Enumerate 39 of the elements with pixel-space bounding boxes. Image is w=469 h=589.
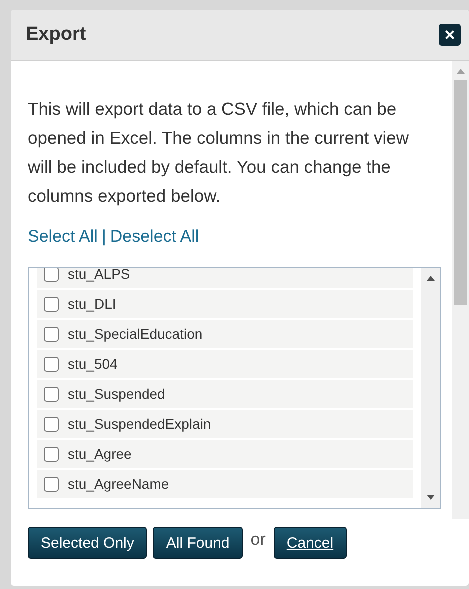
column-name: stu_Suspended	[68, 386, 166, 402]
export-button[interactable]: Selected Only	[28, 527, 148, 559]
select-all-link[interactable]: Select All	[28, 227, 98, 247]
checkbox[interactable]	[44, 326, 59, 342]
column-name: stu_AgreeName	[68, 476, 170, 492]
column-row[interactable]: stu_Agree	[37, 440, 413, 468]
dialog-title: Export	[26, 24, 86, 46]
description-text: This will export data to a CSV file, which can be opened in Excel. The columns in the current view will be included by default. You can change the columns exported below.	[28, 98, 410, 208]
column-row[interactable]: stu_AgreeName	[37, 470, 413, 498]
list-scrollbar[interactable]	[421, 268, 440, 508]
close-button[interactable]: ×	[439, 24, 461, 46]
column-row[interactable]: stu_504	[37, 350, 413, 378]
dialog-scrollbar[interactable]	[452, 61, 469, 519]
column-row[interactable]: stu_ALPS	[37, 268, 413, 288]
scroll-up-icon[interactable]	[426, 276, 434, 281]
scroll-down-icon[interactable]	[426, 495, 434, 500]
column-row[interactable]: stu_SuspendedExplain	[37, 410, 413, 438]
checkbox[interactable]	[44, 386, 59, 402]
checkbox[interactable]	[44, 446, 59, 462]
column-name: stu_Agree	[68, 446, 132, 462]
checkbox[interactable]	[44, 356, 59, 372]
deselect-all-link[interactable]: Deselect All	[110, 227, 200, 247]
column-name: stu_ALPS	[68, 268, 130, 282]
cancel-button[interactable]: Cancel	[274, 527, 347, 559]
checkbox[interactable]	[44, 296, 59, 312]
export-button[interactable]: All Found	[153, 527, 243, 559]
column-row[interactable]: stu_DLI	[37, 290, 413, 318]
column-name: stu_SuspendedExplain	[68, 416, 212, 432]
column-row[interactable]: stu_SpecialEducation	[37, 320, 413, 348]
checkbox[interactable]	[44, 416, 59, 432]
checkbox[interactable]	[44, 268, 59, 282]
scroll-thumb[interactable]	[454, 80, 467, 305]
column-row[interactable]: stu_Suspended	[37, 380, 413, 408]
link-separator: |	[102, 227, 106, 247]
checkbox[interactable]	[44, 476, 59, 492]
or-text: or	[250, 530, 266, 550]
column-name: stu_DLI	[68, 296, 116, 312]
column-name: stu_SpecialEducation	[68, 326, 203, 342]
column-name: stu_504	[68, 356, 118, 372]
